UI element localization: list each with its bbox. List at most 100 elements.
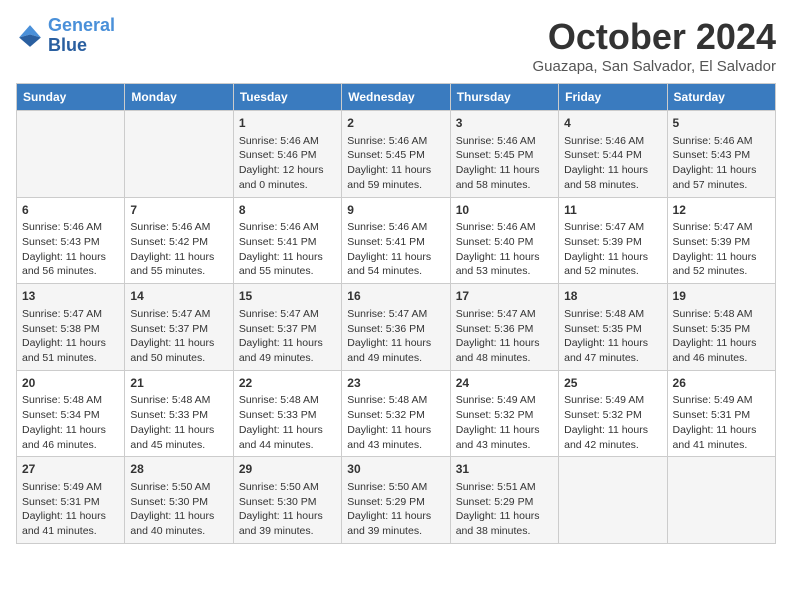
calendar-cell: 3 Sunrise: 5:46 AM Sunset: 5:45 PM Daylig… — [450, 111, 558, 198]
day-number: 28 — [130, 461, 227, 478]
calendar-cell: 13 Sunrise: 5:47 AM Sunset: 5:38 PM Dayli… — [17, 284, 125, 371]
day-info: Sunrise: 5:48 AM Sunset: 5:35 PM Dayligh… — [564, 307, 661, 366]
calendar-cell: 16Sunrise: 5:47 AM Sunset: 5:36 PM Dayli… — [342, 284, 450, 371]
logo: General Blue — [16, 16, 115, 56]
calendar-cell: 9Sunrise: 5:46 AM Sunset: 5:41 PM Daylig… — [342, 197, 450, 284]
calendar-cell: 15 Sunrise: 5:47 AM Sunset: 5:37 PM Dayli… — [233, 284, 341, 371]
header-tuesday: Tuesday — [233, 84, 341, 111]
calendar-cell: 8Sunrise: 5:46 AM Sunset: 5:41 PM Daylig… — [233, 197, 341, 284]
day-info: Sunrise: 5:46 AM Sunset: 5:44 PM Dayligh… — [564, 134, 661, 193]
day-info: Sunrise: 5:47 AM Sunset: 5:36 PM Dayligh… — [456, 307, 553, 366]
header-monday: Monday — [125, 84, 233, 111]
calendar-cell: 24Sunrise: 5:49 AM Sunset: 5:32 PM Dayli… — [450, 370, 558, 457]
day-number: 10 — [456, 202, 553, 219]
logo-icon — [16, 22, 44, 50]
calendar-week-row: 1 Sunrise: 5:46 AM Sunset: 5:46 PM Daylig… — [17, 111, 776, 198]
day-info: Sunrise: 5:49 AM Sunset: 5:32 PM Dayligh… — [456, 393, 553, 452]
calendar-cell: 14Sunrise: 5:47 AM Sunset: 5:37 PM Dayli… — [125, 284, 233, 371]
calendar-header-row: SundayMondayTuesdayWednesdayThursdayFrid… — [17, 84, 776, 111]
calendar-cell: 22Sunrise: 5:48 AM Sunset: 5:33 PM Dayli… — [233, 370, 341, 457]
day-info: Sunrise: 5:48 AM Sunset: 5:33 PM Dayligh… — [130, 393, 227, 452]
calendar-cell: 6Sunrise: 5:46 AM Sunset: 5:43 PM Daylig… — [17, 197, 125, 284]
day-number: 31 — [456, 461, 553, 478]
day-number: 30 — [347, 461, 444, 478]
day-info: Sunrise: 5:46 AM Sunset: 5:46 PM Dayligh… — [239, 134, 336, 193]
day-info: Sunrise: 5:46 AM Sunset: 5:42 PM Dayligh… — [130, 220, 227, 279]
day-number: 11 — [564, 202, 661, 219]
calendar-cell: 5 Sunrise: 5:46 AM Sunset: 5:43 PM Daylig… — [667, 111, 775, 198]
day-info: Sunrise: 5:46 AM Sunset: 5:45 PM Dayligh… — [456, 134, 553, 193]
month-title: October 2024 — [533, 16, 777, 58]
day-number: 15 — [239, 288, 336, 305]
header-friday: Friday — [559, 84, 667, 111]
title-block: October 2024 Guazapa, San Salvador, El S… — [533, 16, 777, 75]
day-info: Sunrise: 5:46 AM Sunset: 5:45 PM Dayligh… — [347, 134, 444, 193]
day-info: Sunrise: 5:47 AM Sunset: 5:37 PM Dayligh… — [239, 307, 336, 366]
header-thursday: Thursday — [450, 84, 558, 111]
calendar-cell: 27Sunrise: 5:49 AM Sunset: 5:31 PM Dayli… — [17, 457, 125, 544]
day-info: Sunrise: 5:48 AM Sunset: 5:32 PM Dayligh… — [347, 393, 444, 452]
day-number: 24 — [456, 375, 553, 392]
calendar-cell: 10Sunrise: 5:46 AM Sunset: 5:40 PM Dayli… — [450, 197, 558, 284]
day-number: 5 — [673, 115, 770, 132]
day-info: Sunrise: 5:46 AM Sunset: 5:43 PM Dayligh… — [22, 220, 119, 279]
calendar-cell: 12Sunrise: 5:47 AM Sunset: 5:39 PM Dayli… — [667, 197, 775, 284]
header-saturday: Saturday — [667, 84, 775, 111]
day-info: Sunrise: 5:50 AM Sunset: 5:29 PM Dayligh… — [347, 480, 444, 539]
calendar-cell: 17 Sunrise: 5:47 AM Sunset: 5:36 PM Dayli… — [450, 284, 558, 371]
day-info: Sunrise: 5:46 AM Sunset: 5:43 PM Dayligh… — [673, 134, 770, 193]
day-number: 9 — [347, 202, 444, 219]
day-number: 17 — [456, 288, 553, 305]
day-info: Sunrise: 5:48 AM Sunset: 5:35 PM Dayligh… — [673, 307, 770, 366]
day-number: 8 — [239, 202, 336, 219]
calendar-cell: 29Sunrise: 5:50 AM Sunset: 5:30 PM Dayli… — [233, 457, 341, 544]
day-info: Sunrise: 5:46 AM Sunset: 5:41 PM Dayligh… — [347, 220, 444, 279]
day-info: Sunrise: 5:46 AM Sunset: 5:41 PM Dayligh… — [239, 220, 336, 279]
day-info: Sunrise: 5:48 AM Sunset: 5:34 PM Dayligh… — [22, 393, 119, 452]
calendar-cell: 23Sunrise: 5:48 AM Sunset: 5:32 PM Dayli… — [342, 370, 450, 457]
day-info: Sunrise: 5:48 AM Sunset: 5:33 PM Dayligh… — [239, 393, 336, 452]
day-number: 6 — [22, 202, 119, 219]
day-number: 18 — [564, 288, 661, 305]
day-number: 3 — [456, 115, 553, 132]
calendar-cell: 1 Sunrise: 5:46 AM Sunset: 5:46 PM Daylig… — [233, 111, 341, 198]
day-number: 1 — [239, 115, 336, 132]
day-info: Sunrise: 5:46 AM Sunset: 5:40 PM Dayligh… — [456, 220, 553, 279]
calendar-cell: 2Sunrise: 5:46 AM Sunset: 5:45 PM Daylig… — [342, 111, 450, 198]
calendar-week-row: 20Sunrise: 5:48 AM Sunset: 5:34 PM Dayli… — [17, 370, 776, 457]
day-info: Sunrise: 5:47 AM Sunset: 5:38 PM Dayligh… — [22, 307, 119, 366]
day-info: Sunrise: 5:50 AM Sunset: 5:30 PM Dayligh… — [130, 480, 227, 539]
day-number: 4 — [564, 115, 661, 132]
calendar-week-row: 27Sunrise: 5:49 AM Sunset: 5:31 PM Dayli… — [17, 457, 776, 544]
day-number: 13 — [22, 288, 119, 305]
day-number: 14 — [130, 288, 227, 305]
day-number: 20 — [22, 375, 119, 392]
calendar-cell: 18 Sunrise: 5:48 AM Sunset: 5:35 PM Dayli… — [559, 284, 667, 371]
day-number: 25 — [564, 375, 661, 392]
calendar-cell: 11Sunrise: 5:47 AM Sunset: 5:39 PM Dayli… — [559, 197, 667, 284]
header-wednesday: Wednesday — [342, 84, 450, 111]
day-number: 29 — [239, 461, 336, 478]
calendar-cell: 19 Sunrise: 5:48 AM Sunset: 5:35 PM Dayli… — [667, 284, 775, 371]
calendar-table: SundayMondayTuesdayWednesdayThursdayFrid… — [16, 83, 776, 544]
day-number: 23 — [347, 375, 444, 392]
header-sunday: Sunday — [17, 84, 125, 111]
calendar-cell: 21Sunrise: 5:48 AM Sunset: 5:33 PM Dayli… — [125, 370, 233, 457]
page-header: General Blue October 2024 Guazapa, San S… — [16, 16, 776, 75]
day-info: Sunrise: 5:47 AM Sunset: 5:36 PM Dayligh… — [347, 307, 444, 366]
day-info: Sunrise: 5:51 AM Sunset: 5:29 PM Dayligh… — [456, 480, 553, 539]
day-info: Sunrise: 5:47 AM Sunset: 5:39 PM Dayligh… — [673, 220, 770, 279]
calendar-cell — [17, 111, 125, 198]
day-number: 26 — [673, 375, 770, 392]
calendar-cell — [559, 457, 667, 544]
calendar-cell: 7Sunrise: 5:46 AM Sunset: 5:42 PM Daylig… — [125, 197, 233, 284]
day-number: 21 — [130, 375, 227, 392]
logo-text: General Blue — [48, 16, 115, 56]
day-number: 27 — [22, 461, 119, 478]
calendar-cell: 31 Sunrise: 5:51 AM Sunset: 5:29 PM Dayli… — [450, 457, 558, 544]
day-info: Sunrise: 5:49 AM Sunset: 5:31 PM Dayligh… — [673, 393, 770, 452]
location-subtitle: Guazapa, San Salvador, El Salvador — [533, 58, 777, 75]
calendar-cell: 28 Sunrise: 5:50 AM Sunset: 5:30 PM Dayli… — [125, 457, 233, 544]
calendar-week-row: 13 Sunrise: 5:47 AM Sunset: 5:38 PM Dayli… — [17, 284, 776, 371]
day-number: 19 — [673, 288, 770, 305]
